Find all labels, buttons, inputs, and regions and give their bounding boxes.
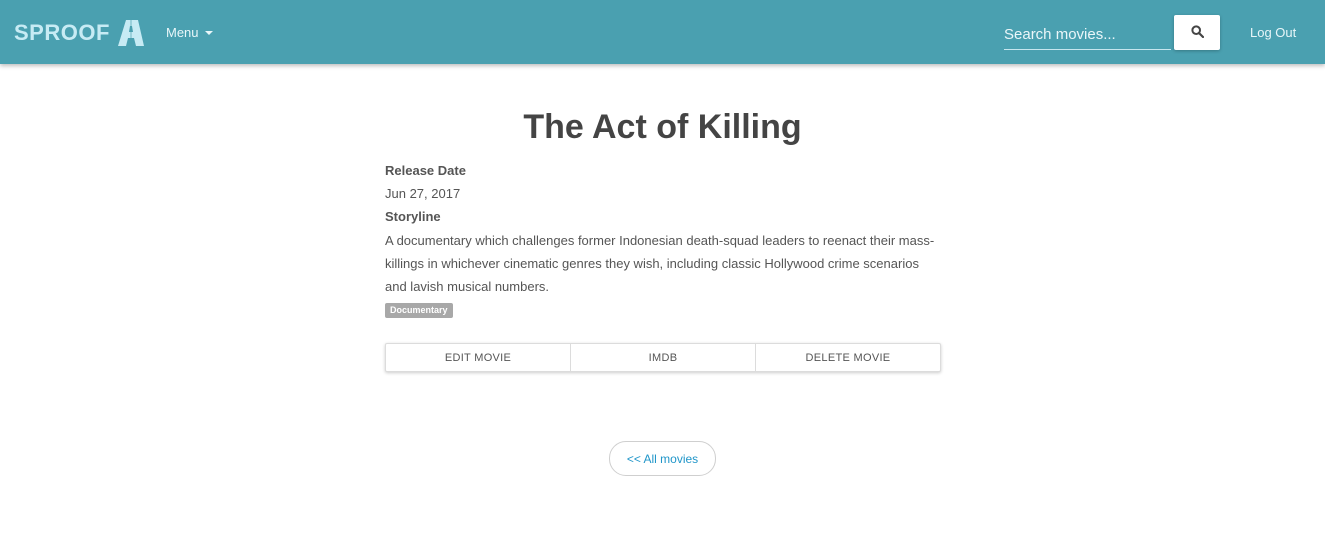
storyline-text: A documentary which challenges former In…: [385, 233, 935, 294]
delete-movie-button[interactable]: DELETE MOVIE: [756, 344, 940, 371]
release-date-value: Jun 27, 2017: [385, 186, 461, 201]
genre-badge: Documentary: [385, 303, 453, 318]
brand-name: SPROOF: [14, 20, 110, 45]
movie-actions: EDIT MOVIE IMDB DELETE MOVIE: [385, 343, 941, 372]
caret-down-icon: [204, 30, 213, 35]
release-date-label: Release Date: [385, 163, 466, 178]
menu-dropdown[interactable]: Menu: [166, 25, 213, 40]
edit-movie-button[interactable]: EDIT MOVIE: [386, 344, 571, 371]
search-input[interactable]: [1004, 20, 1171, 50]
movie-title: The Act of Killing: [523, 108, 802, 146]
search-icon: [1190, 24, 1204, 41]
brand[interactable]: SPROOF: [14, 20, 146, 46]
imdb-button[interactable]: IMDB: [571, 344, 756, 371]
brand-logo-icon: [116, 20, 146, 46]
menu-label: Menu: [166, 25, 199, 40]
search-button[interactable]: [1174, 15, 1220, 50]
navbar: SPROOF Menu Log Out: [0, 0, 1325, 64]
all-movies-link[interactable]: << All movies: [609, 441, 716, 476]
logout-link[interactable]: Log Out: [1250, 25, 1296, 40]
storyline-label: Storyline: [385, 209, 441, 224]
movie-details: Release Date Jun 27, 2017 Storyline A do…: [385, 162, 941, 318]
